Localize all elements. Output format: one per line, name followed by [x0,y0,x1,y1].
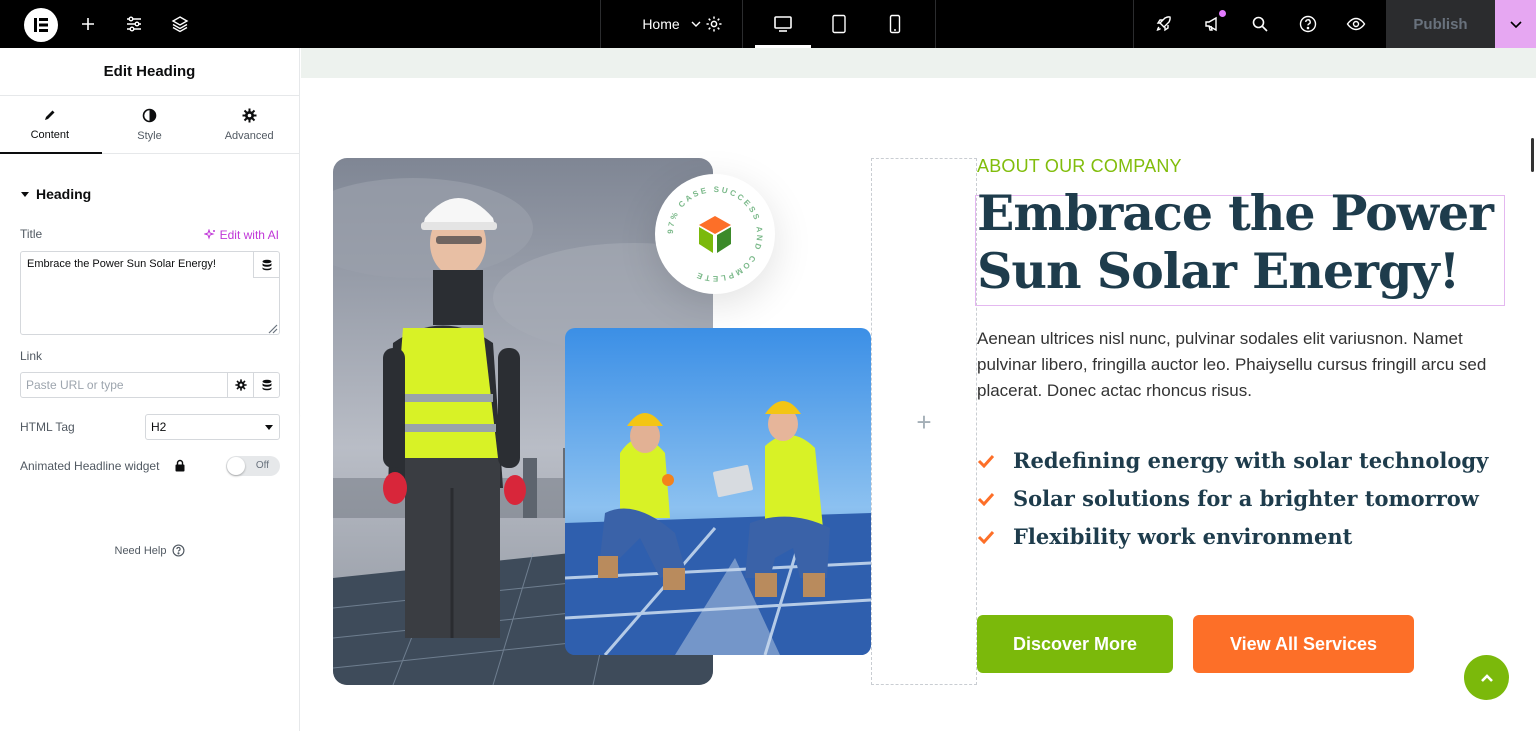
previous-section-band [301,48,1536,78]
link-url-input[interactable] [21,373,227,397]
feature-text: Solar solutions for a brighter tomorrow [1013,486,1479,511]
preview-eye-icon[interactable] [1342,0,1370,48]
feature-item: Solar solutions for a brighter tomorrow [977,486,1479,511]
title-label: Title [20,227,43,241]
mobile-view-icon[interactable] [867,0,923,48]
preview-canvas: 97% CASE SUCCESS AND COMPLETE + ABOUT OU… [301,48,1536,731]
feature-text: Redefining energy with solar technology [1013,448,1489,473]
notification-dot [1219,10,1226,17]
toggle-state-label: Off [255,460,269,471]
editor-panel: Edit Heading Content Style Advanced Head… [0,48,300,731]
html-tag-value: H2 [151,420,167,434]
caret-down-icon [265,425,273,430]
feature-text: Flexibility work environment [1013,524,1353,549]
title-textarea[interactable]: Embrace the Power Sun Solar Energy! [20,251,280,335]
help-icon[interactable] [1294,0,1322,48]
section-eyebrow: ABOUT OUR COMPANY [977,156,1182,176]
tablet-view-icon[interactable] [811,0,867,48]
feature-item: Flexibility work environment [977,524,1352,549]
panel-title: Edit Heading [0,48,299,96]
toggle-knob [227,457,245,475]
lock-icon [175,459,185,472]
elementor-logo-icon[interactable] [24,8,58,42]
resize-handle-icon[interactable] [266,322,278,334]
link-options-gear-icon[interactable] [227,373,253,397]
pencil-icon [44,110,55,120]
desktop-view-icon[interactable] [755,0,811,48]
need-help-link[interactable]: Need Help [0,544,300,557]
canvas-scrollbar[interactable] [1531,138,1534,172]
need-help-label: Need Help [114,544,167,557]
empty-column-drop-area[interactable]: + [871,158,977,685]
tab-style[interactable]: Style [100,96,200,153]
divider [935,0,936,48]
edit-with-ai-label: Edit with AI [219,228,279,242]
workers-solar-panels-image [565,328,871,655]
ai-sparkle-icon [203,229,215,240]
page-name: Home [642,16,680,32]
tab-label: Advanced [224,129,274,142]
panel-tabs: Content Style Advanced [0,96,299,154]
link-dynamic-database-icon[interactable] [253,373,279,397]
feature-item: Redefining energy with solar technology [977,448,1488,473]
whats-new-megaphone-icon[interactable] [1198,0,1226,48]
scroll-to-top-chevron-up-icon[interactable] [1464,655,1509,700]
caret-down-icon [21,192,29,197]
checkmark-icon [977,454,995,468]
rocket-icon[interactable] [1150,0,1178,48]
edit-with-ai-button[interactable]: Edit with AI [203,228,279,242]
add-widget-plus-icon[interactable]: + [872,407,976,438]
active-tab-indicator [0,152,102,154]
search-icon[interactable] [1246,0,1274,48]
divider [1133,0,1134,48]
html-tag-select[interactable]: H2 [145,414,280,440]
divider [742,0,743,48]
link-label: Link [20,349,43,363]
animated-headline-label: Animated Headline widget [20,459,160,473]
tab-label: Style [137,129,162,142]
dynamic-tags-database-icon[interactable] [253,252,279,278]
tab-advanced[interactable]: Advanced [199,96,299,153]
add-element-icon[interactable] [74,0,102,48]
checkmark-icon [977,492,995,506]
section-title: Heading [36,186,92,202]
link-field [20,372,280,398]
main-heading[interactable]: Embrace the Power Sun Solar Energy! [977,184,1517,300]
publish-button[interactable]: Publish [1386,0,1495,48]
help-circle-icon [172,544,185,557]
tab-label: Content [30,129,70,141]
page-settings-gear-icon[interactable] [700,0,728,48]
gear-icon [242,108,257,122]
discover-more-button[interactable]: Discover More [977,615,1173,673]
view-all-services-button[interactable]: View All Services [1193,615,1414,673]
html-tag-label: HTML Tag [20,420,75,434]
success-badge: 97% CASE SUCCESS AND COMPLETE [655,174,775,294]
half-circle-icon [142,108,157,122]
structure-layers-icon[interactable] [166,0,194,48]
site-settings-icon[interactable] [120,0,148,48]
animated-headline-toggle[interactable]: Off [226,456,280,476]
tab-content[interactable]: Content [0,96,100,153]
section-heading-toggle[interactable]: Heading [20,186,91,202]
publish-options-chevron-icon[interactable] [1495,0,1536,48]
editor-topbar: Home Publish [0,0,1536,48]
checkmark-icon [977,530,995,544]
intro-paragraph: Aenean ultrices nisl nunc, pulvinar soda… [977,329,1487,400]
